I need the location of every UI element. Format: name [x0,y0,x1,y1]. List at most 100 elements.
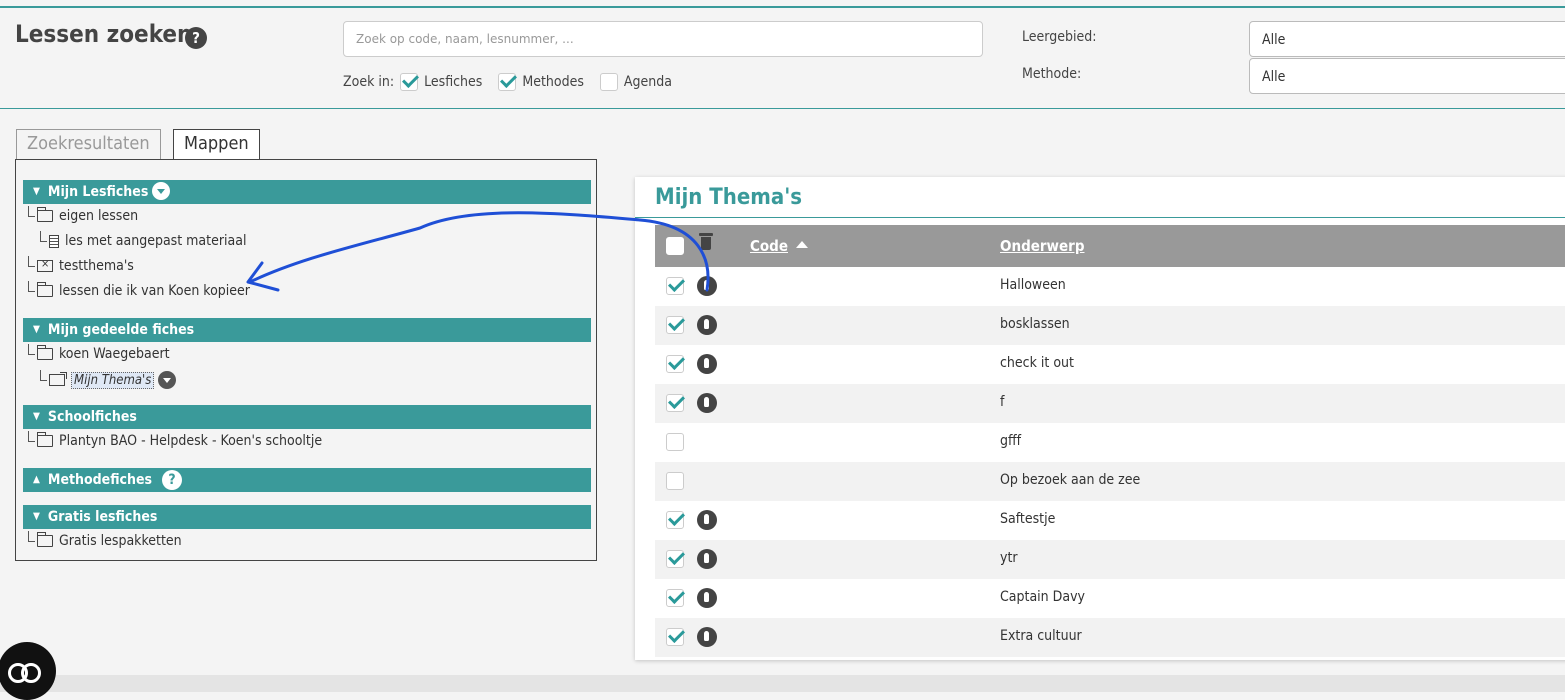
lesfiches-checkbox[interactable] [400,73,419,91]
methodes-checkbox[interactable] [498,73,517,91]
theme-folder-icon [37,257,53,272]
tree-item-label: Plantyn BAO - Helpdesk - Koen's schooltj… [59,433,323,449]
table-row[interactable]: check it out [655,345,1565,384]
onderwerp-cell: f [1000,394,1005,410]
onderwerp-cell: Halloween [1000,277,1066,293]
onderwerp-cell: Op bezoek aan de zee [1000,472,1141,488]
methode-select[interactable]: Alle [1249,58,1565,94]
onderwerp-cell: check it out [1000,355,1074,371]
table-row[interactable]: gfff [655,423,1565,462]
trash-icon[interactable] [699,233,713,251]
collapse-arrow-icon: ▼ [33,411,40,422]
row-checkbox[interactable] [666,355,684,373]
expand-arrow-icon: ▲ [33,474,40,485]
section-label: Methodefiches [47,472,153,488]
column-label: Code [750,237,788,255]
drag-hand-icon[interactable] [697,315,717,335]
panel-divider [635,217,1565,218]
document-icon [49,234,59,248]
help-icon[interactable]: ? [162,470,183,490]
table-row[interactable]: Captain Davy [655,579,1565,618]
row-checkbox[interactable] [666,628,684,646]
section-mijn-lesfiches[interactable]: ▼ Mijn Lesfiches [23,180,591,204]
shared-folder-icon [49,372,67,386]
tree-connector [28,343,35,355]
tree-item-les-aangepast[interactable]: les met aangepast materiaal [40,230,246,249]
row-checkbox[interactable] [666,316,684,334]
tree-item-testthemas[interactable]: testthema's [28,255,134,274]
column-header-code[interactable]: Code [750,237,808,255]
tree-item-label: Mijn Thema's [71,371,155,389]
row-checkbox[interactable] [666,472,684,490]
tree-item-mijn-themas[interactable]: Mijn Thema's [40,369,177,389]
table-row[interactable]: Extra cultuur [655,618,1565,657]
drag-hand-icon[interactable] [697,510,717,530]
row-checkbox[interactable] [666,589,684,607]
drag-hand-icon[interactable] [697,588,717,608]
leergebied-label: Leergebied: [1022,29,1097,45]
chevron-down-icon[interactable] [152,182,171,200]
table-row[interactable]: bosklassen [655,306,1565,345]
drag-hand-icon[interactable] [697,627,717,647]
select-all-checkbox[interactable] [666,237,684,255]
methodes-label: Methodes [522,74,584,90]
tree-item-plantyn[interactable]: Plantyn BAO - Helpdesk - Koen's schooltj… [28,430,323,449]
table-row[interactable]: ytr [655,540,1565,579]
captions-button[interactable] [0,642,56,700]
drag-hand-icon[interactable] [697,549,717,569]
help-icon[interactable]: ? [185,27,207,49]
sort-ascending-icon [796,241,808,248]
section-gratis-lesfiches[interactable]: ▼ Gratis lesfiches [23,505,591,529]
section-label: Schoolfiches [47,409,137,425]
section-label: Mijn Lesfiches [47,184,149,200]
tree-item-label: lessen die ik van Koen kopieer [59,283,250,299]
section-methodefiches[interactable]: ▲ Methodefiches? [23,468,591,492]
tree-item-lessen-koen[interactable]: lessen die ik van Koen kopieer [28,280,250,299]
table-row[interactable]: Op bezoek aan de zee [655,462,1565,501]
tree-connector [28,255,35,267]
drag-hand-icon[interactable] [697,393,717,413]
table-row[interactable]: Halloween [655,267,1565,306]
drag-hand-icon[interactable] [697,354,717,374]
table-row[interactable]: Saftestje [655,501,1565,540]
table-header: Code Onderwerp [655,225,1565,267]
row-checkbox[interactable] [666,277,684,295]
caption-ring-icon [21,663,41,683]
footer-bar [0,675,1565,692]
agenda-checkbox[interactable] [599,73,618,91]
tree-connector [40,230,47,242]
panel-title: Mijn Thema's [655,185,803,210]
section-schoolfiches[interactable]: ▼ Schoolfiches [23,405,591,429]
section-label: Gratis lesfiches [47,509,158,525]
tree-item-koen[interactable]: koen Waegebaert [28,343,170,362]
search-input[interactable] [343,21,983,57]
column-header-onderwerp[interactable]: Onderwerp [1000,237,1085,255]
drag-hand-icon[interactable] [697,276,717,296]
row-checkbox[interactable] [666,433,684,451]
tree-connector [28,530,35,542]
row-checkbox[interactable] [666,550,684,568]
tree-item-label: testthema's [59,258,134,274]
row-checkbox[interactable] [666,511,684,529]
onderwerp-cell: Captain Davy [1000,589,1085,605]
tab-mappen[interactable]: Mappen [173,129,260,159]
zoek-in-options: Zoek in: Lesfiches Methodes Agenda [343,70,688,94]
tree-connector [28,280,35,292]
chevron-down-icon[interactable] [158,371,177,389]
lesfiches-label: Lesfiches [424,74,483,90]
leergebied-select[interactable]: Alle [1249,21,1565,57]
tree-connector [28,205,35,217]
tree-item-gratis-lespakketten[interactable]: Gratis lespakketten [28,530,182,549]
tree-connector [28,430,35,442]
section-mijn-gedeelde-fiches[interactable]: ▼ Mijn gedeelde fiches [23,318,591,342]
folder-tree: ▼ Mijn Lesfiches eigen lessen les met aan… [15,159,597,561]
folder-open-icon [37,345,53,360]
onderwerp-cell: Extra cultuur [1000,628,1082,644]
tab-zoekresultaten[interactable]: Zoekresultaten [16,129,161,159]
zoek-in-label: Zoek in: [343,74,395,90]
tree-item-eigen-lessen[interactable]: eigen lessen [28,205,138,224]
row-checkbox[interactable] [666,394,684,412]
section-label: Mijn gedeelde fiches [47,322,195,338]
table-row[interactable]: f [655,384,1565,423]
collapse-arrow-icon: ▼ [33,324,40,335]
